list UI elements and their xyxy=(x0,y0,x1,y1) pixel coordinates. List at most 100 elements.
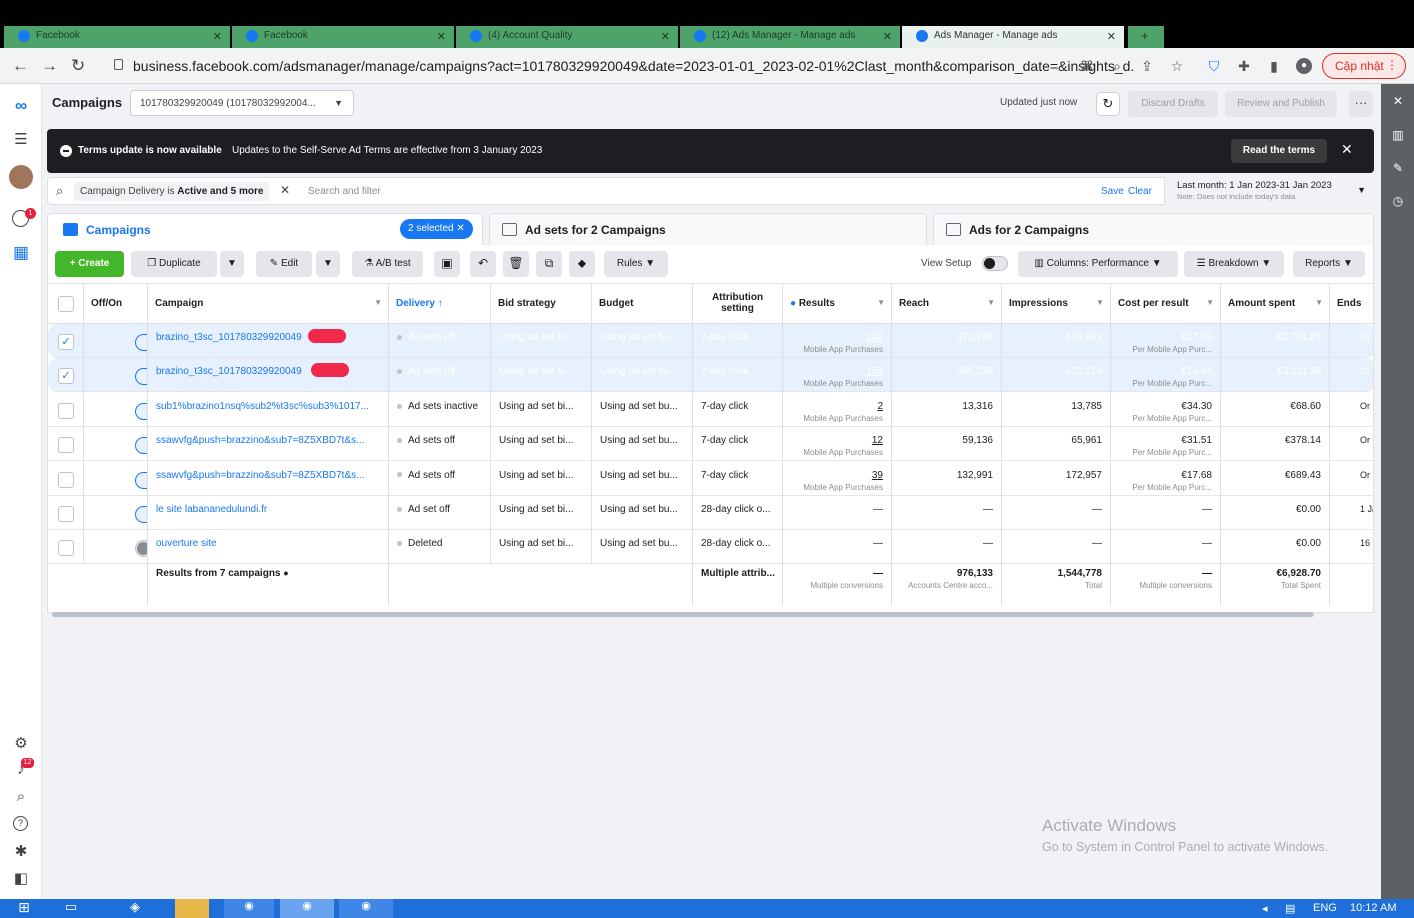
edit-button[interactable]: ✎ Edit xyxy=(256,251,312,277)
filter-chip[interactable]: Campaign Delivery is Active and 5 more xyxy=(74,182,270,201)
browser-tab[interactable]: Facebook ✕ xyxy=(232,26,454,48)
volume-icon[interactable]: ◂ xyxy=(1262,902,1268,915)
review-publish-button[interactable]: Review and Publish xyxy=(1225,91,1337,117)
bug-report-icon[interactable]: ✱ xyxy=(11,842,31,862)
sidepanel-icon[interactable]: ▮ xyxy=(1266,58,1282,74)
profile-avatar-icon[interactable]: ● xyxy=(1296,58,1312,74)
campaign-name-link[interactable]: le site labananedulundi.fr xyxy=(148,496,389,530)
view-setup-toggle[interactable] xyxy=(982,256,1008,271)
browser-tab[interactable]: Facebook ✕ xyxy=(4,26,230,48)
app-icon[interactable]: ◈ xyxy=(120,899,150,918)
header-offon[interactable]: Off/On xyxy=(84,284,148,324)
new-tab-button[interactable]: + xyxy=(1128,26,1164,48)
create-button[interactable]: + Create xyxy=(55,251,124,277)
avatar[interactable] xyxy=(9,165,33,189)
chart-icon[interactable]: ▥ xyxy=(1389,128,1407,146)
header-results[interactable]: ● Results ▼ xyxy=(783,284,892,324)
campaign-on-off-toggle[interactable] xyxy=(135,402,147,420)
refresh-button[interactable]: ↻ xyxy=(1096,92,1120,116)
search-input[interactable]: Search and filter xyxy=(308,186,381,197)
ads-manager-grid-icon[interactable]: ▦ xyxy=(11,243,31,263)
duplicate-dropdown[interactable]: ▼ xyxy=(220,251,244,277)
campaign-on-off-toggle[interactable] xyxy=(135,471,147,489)
browser-update-button[interactable]: Cập nhật ⋮ xyxy=(1322,53,1406,79)
table-row[interactable]: ✓ brazino_t3sc_101780329920049 Ad sets off… xyxy=(48,358,1373,393)
edit-dropdown[interactable]: ▼ xyxy=(316,251,340,277)
row-checkbox[interactable] xyxy=(58,471,74,488)
save-filter-link[interactable]: Save xyxy=(1101,186,1124,197)
date-range-picker[interactable]: Last month: 1 Jan 2023-31 Jan 2023 Note:… xyxy=(1164,177,1374,205)
header-bid-strategy[interactable]: Bid strategy xyxy=(491,284,592,324)
row-checkbox[interactable] xyxy=(58,540,74,557)
table-row[interactable]: sub1%brazino1nsq%sub2%t3sc%sub3%1017... A… xyxy=(48,392,1373,427)
header-cost-per-result[interactable]: Cost per result ▼ xyxy=(1111,284,1221,324)
rules-button[interactable]: Rules ▼ xyxy=(604,251,668,277)
preview-button[interactable]: ⧉ xyxy=(536,251,562,277)
pencil-icon[interactable]: ✎ xyxy=(1389,161,1407,179)
windows-start-icon[interactable]: ⊞ xyxy=(10,899,38,918)
clear-filter-link[interactable]: Clear xyxy=(1128,186,1152,197)
row-checkbox[interactable] xyxy=(58,506,74,522)
url-field[interactable]: business.facebook.com/adsmanager/manage/… xyxy=(104,52,1184,80)
duplicate-button[interactable]: ❐ Duplicate xyxy=(131,251,217,277)
close-tab-icon[interactable]: ✕ xyxy=(1107,30,1116,43)
campaign-name-link[interactable]: sub1%brazino1nsq%sub2%t3sc%sub3%1017... xyxy=(148,392,389,427)
chrome-icon[interactable]: ◉ xyxy=(280,899,334,918)
campaign-name-link[interactable]: brazino_t3sc_101780329920049 xyxy=(148,358,389,393)
header-reach[interactable]: Reach ▼ xyxy=(892,284,1002,324)
header-delivery[interactable]: Delivery ↑ xyxy=(389,284,491,324)
close-tab-icon[interactable]: ✕ xyxy=(883,30,892,43)
close-panel-icon[interactable]: ✕ xyxy=(1389,94,1407,112)
breakdown-button[interactable]: ☰ Breakdown ▼ xyxy=(1184,251,1284,277)
gear-icon[interactable]: ⚙ xyxy=(11,734,31,754)
tag-button[interactable]: ⬥ xyxy=(569,251,595,277)
table-row[interactable]: ✓ brazino_t3sc_101780329920049 Ad sets off… xyxy=(48,324,1373,358)
shield-extension-icon[interactable]: ⛉ xyxy=(1206,58,1222,74)
close-tab-icon[interactable]: ✕ xyxy=(213,30,222,43)
row-checkbox[interactable]: ✓ xyxy=(58,368,74,385)
selected-count-badge[interactable]: 2 selected ✕ xyxy=(400,219,473,239)
archive-button[interactable]: ▣ xyxy=(434,251,460,277)
close-tab-icon[interactable]: ✕ xyxy=(661,30,670,43)
task-view-icon[interactable]: ▭ xyxy=(58,899,84,918)
discard-drafts-button[interactable]: Discard Drafts xyxy=(1128,91,1218,117)
zoom-icon[interactable]: ⌕ xyxy=(1109,58,1125,74)
campaign-on-off-toggle[interactable] xyxy=(135,437,147,455)
row-checkbox[interactable] xyxy=(58,437,74,454)
delete-button[interactable]: 🗑 xyxy=(503,251,529,277)
translate-icon[interactable]: ⌘ xyxy=(1079,58,1095,74)
bookmark-star-icon[interactable]: ☆ xyxy=(1169,58,1185,74)
reports-button[interactable]: Reports ▼ xyxy=(1293,251,1365,277)
account-selector[interactable]: 101780329920049 (10178032992004... ▼ xyxy=(130,90,354,116)
meta-logo-icon[interactable]: ∞ xyxy=(8,96,34,116)
share-icon[interactable]: ⇪ xyxy=(1139,58,1155,74)
header-amount-spent[interactable]: Amount spent ▼ xyxy=(1221,284,1330,324)
tab-adsets[interactable]: Ad sets for 2 Campaigns xyxy=(489,213,927,245)
close-tab-icon[interactable]: ✕ xyxy=(437,30,446,43)
table-row[interactable]: ssawvfg&push=brazzino&sub7=8Z5XBD7t&s...… xyxy=(48,427,1373,462)
chrome-icon[interactable]: ◉ xyxy=(224,899,274,918)
forward-icon[interactable]: → xyxy=(41,56,58,76)
browser-tab-active[interactable]: Ads Manager - Manage ads ✕ xyxy=(902,26,1124,48)
back-icon[interactable]: ← xyxy=(12,56,29,76)
help-icon[interactable]: ? xyxy=(13,816,28,831)
campaign-on-off-toggle[interactable] xyxy=(135,334,147,351)
table-row[interactable]: le site labananedulundi.fr Ad set off Usin… xyxy=(48,496,1373,530)
select-all-checkbox[interactable] xyxy=(58,296,74,312)
columns-button[interactable]: ▥ Columns: Performance ▼ xyxy=(1018,251,1178,277)
language-indicator[interactable]: ENG xyxy=(1313,902,1337,914)
campaign-name-link[interactable]: ssawvfg&push=brazzino&sub7=8Z5XBD7t&s... xyxy=(148,461,389,496)
row-checkbox[interactable] xyxy=(58,402,74,419)
browser-tab[interactable]: (12) Ads Manager - Manage ads ✕ xyxy=(680,26,900,48)
clock[interactable]: 10:12 AM xyxy=(1350,902,1396,914)
more-options-button[interactable]: ··· xyxy=(1349,91,1373,117)
header-budget[interactable]: Budget xyxy=(592,284,693,324)
read-terms-button[interactable]: Read the terms xyxy=(1231,139,1327,163)
columns-panel-icon[interactable]: ◧ xyxy=(11,869,31,889)
remove-filter-icon[interactable]: ✕ xyxy=(280,183,290,197)
header-impressions[interactable]: Impressions ▼ xyxy=(1002,284,1111,324)
horizontal-scrollbar[interactable] xyxy=(52,612,1314,617)
header-ends[interactable]: Ends xyxy=(1330,284,1373,324)
table-row[interactable]: ssawvfg&push=brazzino&sub7=8Z5XBD7t&s...… xyxy=(48,461,1373,496)
campaign-name-link[interactable]: brazino_t3sc_101780329920049 xyxy=(148,324,389,358)
